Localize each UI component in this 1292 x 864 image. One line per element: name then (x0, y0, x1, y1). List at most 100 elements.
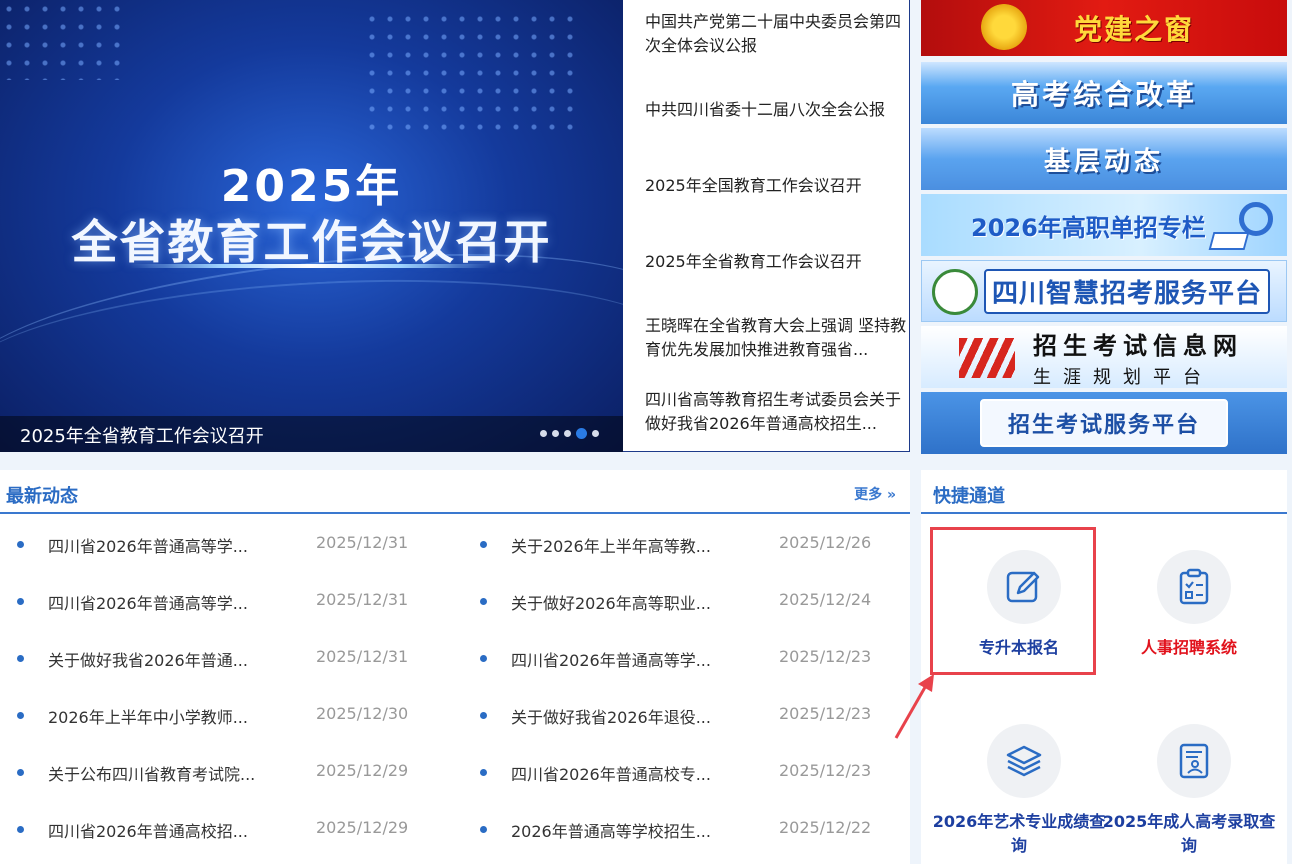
icon-circle (987, 724, 1061, 798)
news-item-title[interactable]: 四川省2026年普通高等学... (48, 590, 278, 614)
news-item-title[interactable]: 关于做好我省2026年普通... (48, 647, 278, 671)
news-item-date: 2025/12/31 (316, 533, 409, 552)
news-item[interactable]: 四川省2026年普通高校招... 2025/12/29 (0, 816, 447, 842)
news-title: 最新动态 (6, 486, 78, 507)
news-item-date: 2025/12/29 (316, 761, 409, 780)
news-item-date: 2025/12/31 (316, 647, 409, 666)
news-item-date: 2025/12/31 (316, 590, 409, 609)
bullet-icon (480, 769, 487, 776)
banner-caption-bar: 2025年全省教育工作会议召开 (0, 416, 623, 452)
icon-circle (1157, 550, 1231, 624)
banner-headline: 全省教育工作会议召开 (71, 215, 552, 269)
bullet-icon (17, 541, 24, 548)
promo-sublabel: 生涯规划平台 (1033, 366, 1213, 388)
carousel-dot-5[interactable] (592, 430, 599, 437)
news-item[interactable]: 四川省2026年普通高校专... 2025/12/23 (463, 759, 910, 785)
headline-item[interactable]: 2025年全省教育工作会议召开 (645, 250, 907, 274)
carousel-banner[interactable]: 2025年 全省教育工作会议召开 2025年全省教育工作会议召开 (0, 0, 623, 452)
news-item[interactable]: 关于做好2026年高等职业... 2025/12/24 (463, 588, 910, 614)
service-platform-link[interactable]: 招生考试服务平台 (921, 392, 1287, 454)
bullet-icon (17, 769, 24, 776)
news-item[interactable]: 2026年普通高等学校招生... 2025/12/22 (463, 816, 910, 842)
news-item-title[interactable]: 关于公布四川省教育考试院... (48, 761, 278, 785)
news-item-title[interactable]: 关于做好我省2026年退役... (511, 704, 741, 728)
news-item-title[interactable]: 关于2026年上半年高等教... (511, 533, 741, 557)
news-item-date: 2025/12/22 (779, 818, 872, 837)
news-item-title[interactable]: 四川省2026年普通高等学... (48, 533, 278, 557)
news-item-title[interactable]: 四川省2026年普通高等学... (511, 647, 741, 671)
promo-label: 2026年高职单招专栏 (971, 213, 1206, 242)
news-item-date: 2025/12/23 (779, 761, 872, 780)
highlight-box (930, 527, 1096, 675)
news-item[interactable]: 关于2026年上半年高等教... 2025/12/26 (463, 531, 910, 557)
banner-dot-pattern (363, 10, 583, 130)
bullet-icon (480, 541, 487, 548)
news-item-date: 2025/12/24 (779, 590, 872, 609)
quick-label: 2026年艺术专业成绩查询 (932, 812, 1106, 855)
news-item[interactable]: 关于公布四川省教育考试院... 2025/12/29 (0, 759, 447, 785)
bullet-icon (17, 598, 24, 605)
news-item[interactable]: 四川省2026年普通高等学... 2025/12/31 (0, 531, 447, 557)
carousel-dot-1[interactable] (540, 430, 547, 437)
promo-label: 四川智慧招考服务平台 (984, 268, 1271, 314)
gaokao-reform-link[interactable]: 高考综合改革 (921, 62, 1287, 124)
news-item-date: 2025/12/23 (779, 647, 872, 666)
quick-item-hr-recruitment[interactable]: 人事招聘系统 (1105, 544, 1273, 694)
banner-dot-pattern-left (0, 0, 120, 80)
double-chevron-right-icon: » (886, 487, 896, 503)
news-item-title[interactable]: 关于做好2026年高等职业... (511, 590, 741, 614)
smart-platform-link[interactable]: 四川智慧招考服务平台 (921, 260, 1287, 322)
document-person-icon (1179, 743, 1209, 779)
banner-year: 2025年 (220, 161, 403, 212)
news-item-date: 2025/12/23 (779, 704, 872, 723)
party-emblem-icon (981, 4, 1027, 50)
banner-glow-line (130, 264, 490, 268)
headline-item[interactable]: 王晓晖在全省教育大会上强调 坚持教育优先发展加快推进教育强省... (645, 314, 907, 362)
news-item-date: 2025/12/29 (316, 818, 409, 837)
gaozhi-column-link[interactable]: 2026年高职单招专栏 (921, 194, 1287, 256)
quick-item-art-score-query[interactable]: 2026年艺术专业成绩查询 (933, 718, 1105, 864)
news-item-date: 2025/12/26 (779, 533, 872, 552)
headline-item[interactable]: 中共四川省委十二届八次全会公报 (645, 98, 907, 122)
grassroots-news-link[interactable]: 基层动态 (921, 128, 1287, 190)
bullet-icon (480, 826, 487, 833)
promo-label: 基层动态 (1043, 146, 1164, 177)
headline-item[interactable]: 2025年全国教育工作会议召开 (645, 174, 907, 198)
carousel-dot-2[interactable] (552, 430, 559, 437)
stripes-logo-icon (959, 338, 1015, 378)
quick-label: 人事招聘系统 (1140, 638, 1237, 657)
banner-caption[interactable]: 2025年全省教育工作会议召开 (20, 422, 264, 448)
quick-header: 快捷通道 (921, 470, 1287, 514)
bullet-icon (17, 712, 24, 719)
pointer-arrow-icon (894, 674, 934, 739)
headline-item[interactable]: 中国共产党第二十届中央委员会第四次全体会议公报 (645, 10, 907, 58)
more-link[interactable]: 更多 » (854, 484, 896, 504)
news-item-title[interactable]: 四川省2026年普通高校招... (48, 818, 278, 842)
news-item[interactable]: 四川省2026年普通高等学... 2025/12/23 (463, 645, 910, 671)
bullet-icon (480, 598, 487, 605)
promo-label: 党建之窗 (1073, 13, 1194, 46)
carousel-dot-4[interactable] (576, 428, 587, 439)
headline-item[interactable]: 四川省高等教育招生考试委员会关于做好我省2026年普通高校招生... (645, 388, 907, 436)
quick-label: 2025年成人高考录取查询 (1102, 812, 1276, 855)
headline-list: 中国共产党第二十届中央委员会第四次全体会议公报 中共四川省委十二届八次全会公报 … (623, 0, 910, 452)
news-item[interactable]: 关于做好我省2026年退役... 2025/12/23 (463, 702, 910, 728)
carousel-dot-3[interactable] (564, 430, 571, 437)
quick-title: 快捷通道 (933, 486, 1005, 507)
news-item[interactable]: 四川省2026年普通高等学... 2025/12/31 (0, 588, 447, 614)
latest-news-panel: 最新动态 更多 » 四川省2026年普通高等学... 2025/12/31 关于20… (0, 470, 910, 864)
quick-item-adult-exam-admission[interactable]: 2025年成人高考录取查询 (1103, 718, 1275, 864)
promo-label: 招生考试服务平台 (979, 399, 1228, 447)
more-label: 更多 (854, 487, 883, 503)
info-network-link[interactable]: 招生考试信息网 生涯规划平台 (921, 326, 1287, 388)
news-item[interactable]: 2026年上半年中小学教师... 2025/12/30 (0, 702, 447, 728)
party-window-link[interactable]: 党建之窗 (921, 0, 1287, 56)
checklist-icon (1179, 568, 1209, 605)
promo-label: 高考综合改革 (1010, 78, 1197, 111)
news-item-title[interactable]: 2026年普通高等学校招生... (511, 818, 741, 842)
book-icon (1208, 232, 1250, 250)
news-item-title[interactable]: 四川省2026年普通高校专... (511, 761, 741, 785)
news-item[interactable]: 关于做好我省2026年普通... 2025/12/31 (0, 645, 447, 671)
news-item-title[interactable]: 2026年上半年中小学教师... (48, 704, 278, 728)
icon-circle (1157, 724, 1231, 798)
